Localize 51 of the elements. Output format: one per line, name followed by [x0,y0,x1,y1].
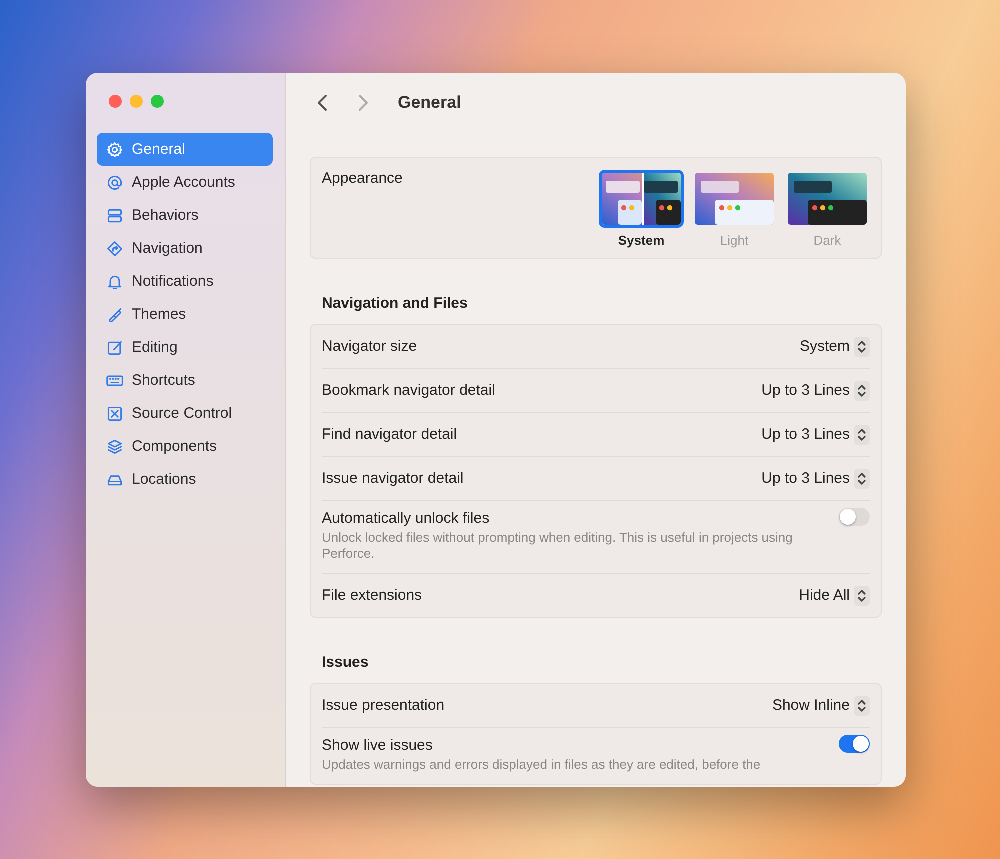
sidebar-item[interactable]: Apple Accounts [97,166,273,199]
up-down-chevron-icon [857,698,867,712]
sidebar-item[interactable]: Themes [97,298,273,331]
square-x-icon [106,404,124,422]
sidebar-item[interactable]: Components [97,430,273,463]
sidebar-item[interactable]: Shortcuts [97,364,273,397]
diamond-arrow-icon [106,240,124,258]
setting-label: Issue navigator detail [322,470,465,487]
sidebar-item[interactable]: Editing [97,331,273,364]
setting-label: Issue presentation [322,697,446,714]
sidebar-item[interactable]: Navigation [97,232,273,265]
settings-icon [106,140,124,158]
section-heading: Navigation and Files [322,295,469,312]
stacked-rows-icon [106,206,124,224]
setting-label: Automatically unlock files [322,510,491,527]
up-down-chevron-icon [857,340,867,354]
window-control-dot[interactable] [109,95,122,108]
window-title: General [398,93,462,113]
popup-button[interactable]: Hide All [799,586,870,606]
popup-button[interactable]: Show Inline [772,696,870,716]
edit-icon [106,338,124,356]
setting-label: File extensions [322,587,424,604]
sidebar-item[interactable]: Behaviors [97,199,273,232]
toggle-switch[interactable] [839,735,870,753]
window-control-dot[interactable] [130,95,143,108]
setting-description: Updates warnings and errors displayed in files as they are edited, before the [322,757,762,773]
theme-option-label[interactable]: System [618,233,665,248]
setting-description: Unlock locked files without prompting when editing. This is useful in projects using Perforce. [322,530,794,562]
setting-label: Show live issues [322,737,434,754]
toggle-switch[interactable] [839,508,870,526]
sidebar-item[interactable]: General [97,133,273,166]
setting-label: Appearance [322,170,403,189]
sidebar-item[interactable]: Locations [97,463,273,496]
popup-button[interactable]: Up to 3 Lines [762,468,870,488]
setting-label: Bookmark navigator detail [322,382,496,399]
setting-label: Find navigator detail [322,426,458,443]
popup-button[interactable]: Up to 3 Lines [762,380,870,400]
popup-button[interactable]: System [800,336,870,356]
sidebar-item[interactable]: Source Control [97,397,273,430]
paintbrush-icon [106,306,124,324]
sidebar-item[interactable]: Notifications [97,265,273,298]
layers-icon [106,438,124,456]
section-heading: Issues [322,654,370,671]
window-control-dot[interactable] [151,95,164,108]
up-down-chevron-icon [857,428,867,442]
at-sign-icon [106,174,124,192]
up-down-chevron-icon [857,588,867,602]
up-down-chevron-icon [857,384,867,398]
popup-button[interactable]: Up to 3 Lines [762,424,870,444]
setting-label: Navigator size [322,338,418,355]
up-down-chevron-icon [857,472,867,486]
